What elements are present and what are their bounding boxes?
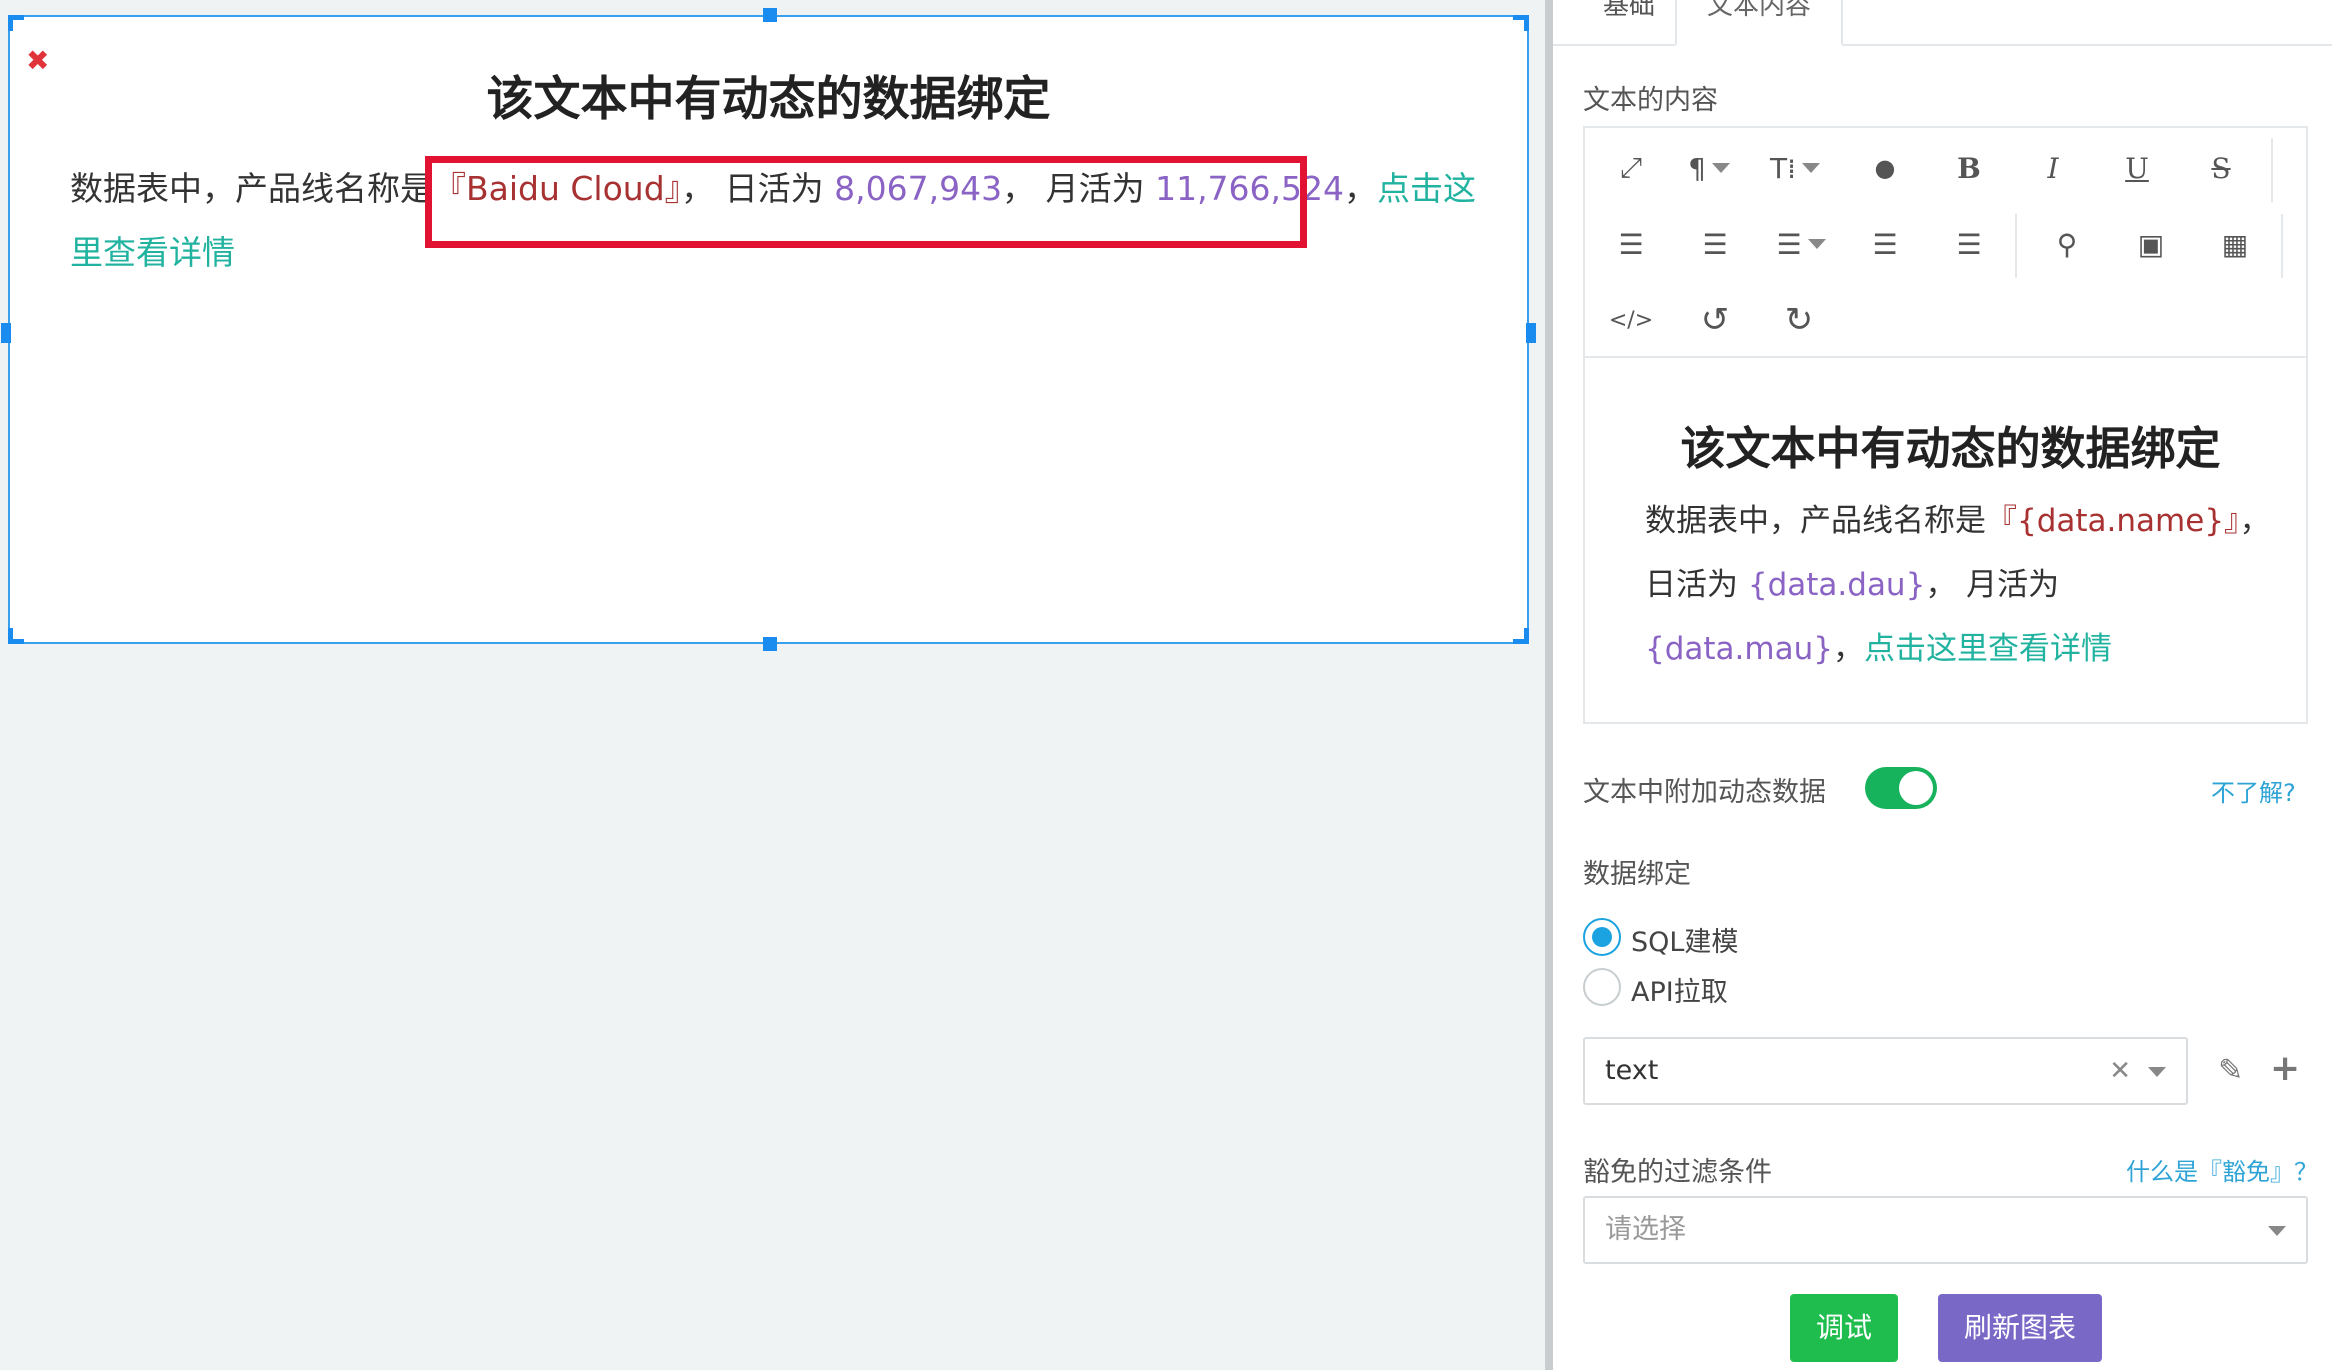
refresh-chart-button[interactable]: 刷新图表 [1938, 1294, 2102, 1362]
content-label: 文本的内容 [1583, 85, 1718, 116]
unordered-list-icon[interactable]: ☰ [1685, 214, 1745, 274]
radio-api-label: API拉取 [1631, 977, 1728, 1008]
clear-icon[interactable]: ✕ [2109, 1039, 2131, 1103]
paragraph-glyph: ¶ [1688, 151, 1706, 185]
separator: ， [1344, 169, 1378, 208]
dau-label: 日活为 [714, 169, 835, 208]
toolbar-separator [2015, 214, 2017, 278]
image-icon[interactable]: ▣ [2121, 214, 2181, 274]
editor-text-prefix: 数据表中，产品线名称是 [1645, 503, 1986, 539]
filter-placeholder: 请选择 [1605, 1214, 1686, 1245]
table-icon[interactable]: ▦ [2205, 214, 2265, 274]
resize-corner-bottom-right[interactable] [1513, 628, 1529, 644]
ordered-list-icon[interactable]: ☰ [1601, 214, 1661, 274]
dau-value: 8,067,943 [834, 169, 1003, 208]
chevron-down-icon [1802, 163, 1820, 173]
text-widget[interactable]: ✖ 该文本中有动态的数据绑定 数据表中，产品线名称是『Baidu Cloud』，… [1, 8, 1536, 651]
redo-icon[interactable]: ↻ [1769, 290, 1829, 350]
editor-body: 数据表中，产品线名称是『{data.name}』，日活为 {data.dau}，… [1645, 489, 2286, 681]
separator: ， [1002, 169, 1036, 208]
filter-help-link[interactable]: 什么是『豁免』？ [2126, 1152, 2318, 1187]
link-icon[interactable]: ⚲ [2037, 214, 2097, 274]
data-source-select[interactable]: text ✕ [1583, 1037, 2188, 1105]
align-glyph: ☰ [1776, 227, 1802, 261]
edit-pencil-icon[interactable]: ✎ [2218, 1053, 2243, 1088]
resize-corner-top-left[interactable] [8, 15, 24, 31]
indent-icon[interactable]: ☰ [1939, 214, 1999, 274]
panel-tabs: 基础 文本内容 [1553, 0, 2332, 46]
toolbar-separator [2271, 138, 2273, 202]
filter-exemption-label: 豁免的过滤条件 [1583, 1157, 1772, 1188]
undo-icon[interactable]: ↺ [1685, 290, 1745, 350]
widget-text-prefix: 数据表中，产品线名称是 [70, 169, 433, 208]
filter-select[interactable]: 请选择 [1583, 1196, 2308, 1264]
widget-body-text: 数据表中，产品线名称是『Baidu Cloud』， 日活为 8,067,943，… [70, 157, 1497, 285]
details-link[interactable]: 点击这里查看详情 [1864, 631, 2112, 667]
widget-title: 该文本中有动态的数据绑定 [486, 72, 1051, 127]
name-variable: 『{data.name}』 [1986, 503, 2240, 539]
italic-icon[interactable]: I [2023, 138, 2083, 198]
font-size-icon[interactable]: T⁞ [1755, 138, 1835, 198]
dynamic-help-link[interactable]: 不了解? [2211, 773, 2296, 808]
editor-toolbar: ⤢ ¶ T⁞ ● B I U S ☰ ☰ ☰ ☰ ☰ ⚲ ▣ ▦ </> ↺ ↻ [1585, 128, 2306, 358]
dau-variable: {data.dau} [1747, 567, 1926, 603]
resize-corner-top-right[interactable] [1513, 15, 1529, 31]
toolbar-separator [2281, 214, 2283, 278]
dynamic-data-toggle[interactable] [1865, 767, 1937, 809]
text-color-icon[interactable]: ● [1855, 138, 1915, 198]
chevron-down-icon [1711, 163, 1730, 173]
tab-text-content[interactable]: 文本内容 [1675, 0, 1844, 46]
outdent-icon[interactable]: ☰ [1855, 214, 1915, 274]
radio-sql-modeling[interactable] [1583, 918, 1621, 956]
panel-divider[interactable] [1545, 0, 1553, 1370]
properties-panel: 基础 文本内容 文本的内容 ⤢ ¶ T⁞ ● B I U S ☰ ☰ ☰ ☰ ☰… [1553, 0, 2332, 1370]
data-source-value: text [1605, 1055, 1659, 1086]
radio-api-fetch[interactable] [1583, 968, 1621, 1006]
radio-sql-label: SQL建模 [1631, 927, 1739, 958]
separator: ， [1832, 631, 1864, 667]
resize-handle-left[interactable] [1, 323, 11, 343]
chevron-down-icon [2268, 1226, 2286, 1236]
mau-variable: {data.mau} [1645, 631, 1833, 667]
align-icon[interactable]: ☰ [1761, 214, 1841, 274]
underline-icon[interactable]: U [2107, 138, 2167, 198]
mau-value: 11,766,524 [1155, 169, 1345, 208]
dau-label: 日活为 [1645, 567, 1748, 603]
resize-handle-bottom[interactable] [763, 637, 777, 651]
mau-label: 月活为 [1956, 567, 2060, 603]
data-binding-label: 数据绑定 [1583, 859, 1691, 890]
dynamic-data-label: 文本中附加动态数据 [1583, 777, 1826, 808]
fullscreen-icon[interactable]: ⤢ [1601, 138, 1661, 198]
editor-title: 该文本中有动态的数据绑定 [1680, 422, 2221, 475]
resize-handle-top[interactable] [763, 8, 777, 22]
canvas-area: ✖ 该文本中有动态的数据绑定 数据表中，产品线名称是『Baidu Cloud』，… [0, 0, 1545, 1370]
bold-icon[interactable]: B [1939, 138, 1999, 198]
code-view-icon[interactable]: </> [1601, 290, 1661, 350]
debug-button[interactable]: 调试 [1790, 1294, 1898, 1362]
separator: ， [2239, 503, 2271, 539]
strikethrough-icon[interactable]: S [2191, 138, 2251, 198]
separator: ， [681, 169, 715, 208]
product-name-value: 『Baidu Cloud』 [433, 169, 682, 208]
tab-basic[interactable]: 基础 [1573, 0, 1685, 46]
paragraph-format-icon[interactable]: ¶ [1669, 138, 1749, 198]
editor-content-area[interactable]: 该文本中有动态的数据绑定 数据表中，产品线名称是『{data.name}』，日活… [1585, 360, 2306, 722]
chevron-down-icon [2148, 1067, 2166, 1077]
font-size-glyph: T⁞ [1769, 151, 1796, 185]
resize-corner-bottom-left[interactable] [8, 628, 24, 644]
mau-label: 月活为 [1035, 169, 1156, 208]
resize-handle-right[interactable] [1526, 323, 1536, 343]
chevron-down-icon [1807, 239, 1826, 249]
add-plus-icon[interactable]: + [2270, 1048, 2300, 1089]
separator: ， [1925, 567, 1957, 603]
rich-text-editor: ⤢ ¶ T⁞ ● B I U S ☰ ☰ ☰ ☰ ☰ ⚲ ▣ ▦ </> ↺ ↻… [1583, 126, 2308, 724]
